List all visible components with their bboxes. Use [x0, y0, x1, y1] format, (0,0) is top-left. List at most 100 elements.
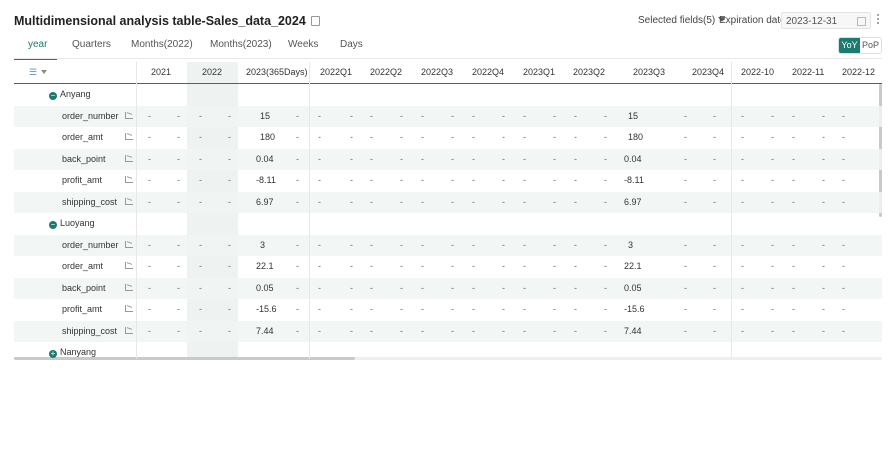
empty-cell: -: [741, 175, 744, 185]
empty-cell: -: [684, 261, 687, 271]
column-header[interactable]: 2022-10: [741, 67, 774, 77]
value-2023q3: 180: [628, 132, 644, 142]
column-divider: [309, 62, 310, 359]
table-row: order_number - - - - - - - - - - - - - - - - - - - - - - - - 3 3: [14, 234, 882, 256]
value-2023q3: 0.04: [624, 153, 642, 164]
group-label[interactable]: + Nanyang: [49, 347, 96, 358]
group-row[interactable]: + Nanyang: [14, 342, 882, 359]
empty-cell: -: [350, 196, 353, 207]
empty-cell: -: [148, 110, 151, 121]
metric-name: profit_amt: [62, 175, 103, 185]
empty-cell: -: [148, 239, 151, 250]
empty-cell: -: [713, 261, 716, 271]
empty-cell: -: [502, 325, 505, 336]
trend-chart-icon[interactable]: [125, 154, 133, 162]
column-header[interactable]: 2022Q1: [320, 67, 352, 77]
hierarchy-icon[interactable]: ☰: [29, 67, 37, 78]
column-header[interactable]: 2023Q3: [633, 67, 665, 77]
empty-cell: -: [792, 304, 795, 314]
empty-cell: -: [822, 325, 825, 336]
column-header[interactable]: 2022Q2: [370, 67, 402, 77]
empty-cell: -: [792, 110, 795, 121]
trend-chart-icon[interactable]: [125, 326, 133, 334]
column-header[interactable]: 2023Q1: [523, 67, 555, 77]
collapse-icon[interactable]: −: [49, 92, 57, 100]
trend-chart-icon[interactable]: [125, 111, 133, 119]
empty-cell: -: [741, 132, 744, 142]
trend-chart-icon[interactable]: [125, 176, 133, 183]
column-header[interactable]: 2022Q4: [472, 67, 504, 77]
empty-cell: -: [842, 153, 845, 164]
empty-cell: -: [574, 132, 577, 142]
selected-fields-dropdown[interactable]: Selected fields(5): [638, 15, 727, 26]
metric-name: order_number: [62, 239, 119, 250]
empty-cell: -: [771, 282, 774, 293]
empty-cell: -: [199, 261, 202, 271]
trend-chart-icon[interactable]: [125, 133, 133, 140]
column-header[interactable]: 2023Q4: [692, 67, 724, 77]
trend-chart-icon[interactable]: [125, 197, 133, 205]
empty-cell: -: [553, 261, 556, 271]
empty-cell: -: [318, 325, 321, 336]
tab-months-2022[interactable]: Months(2022): [131, 39, 193, 50]
trend-chart-icon[interactable]: [125, 283, 133, 291]
yoy-button[interactable]: YoY: [839, 38, 860, 53]
tab-days[interactable]: Days: [340, 39, 363, 50]
column-header[interactable]: 2022-12: [842, 67, 875, 77]
empty-cell: -: [370, 110, 373, 121]
calendar-icon[interactable]: [857, 17, 866, 26]
empty-cell: -: [822, 110, 825, 121]
empty-cell: -: [177, 153, 180, 164]
collapse-icon[interactable]: −: [49, 221, 57, 229]
group-row[interactable]: − Luoyang: [14, 213, 882, 235]
empty-cell: -: [451, 110, 454, 121]
empty-cell: -: [350, 304, 353, 314]
empty-cell: -: [199, 110, 202, 121]
group-name: Anyang: [60, 89, 91, 99]
tab-year[interactable]: year: [28, 39, 47, 50]
value-2023: -8.11: [256, 175, 276, 185]
empty-cell: -: [199, 196, 202, 207]
chevron-down-icon[interactable]: [41, 70, 47, 74]
empty-cell: -: [523, 110, 526, 121]
empty-cell: -: [574, 239, 577, 250]
column-header[interactable]: 2022-11: [792, 67, 824, 77]
empty-cell: -: [574, 261, 577, 271]
trend-chart-icon[interactable]: [125, 305, 133, 312]
group-label[interactable]: − Luoyang: [49, 218, 95, 229]
column-header[interactable]: 2022Q3: [421, 67, 453, 77]
trend-chart-icon[interactable]: [125, 240, 133, 248]
empty-cell: -: [228, 261, 231, 271]
copy-icon[interactable]: [310, 16, 320, 26]
empty-cell: -: [553, 282, 556, 293]
metric-name: order_number: [62, 110, 119, 121]
empty-cell: -: [228, 153, 231, 164]
empty-cell: -: [771, 304, 774, 314]
group-label[interactable]: − Anyang: [49, 89, 91, 100]
compare-toggle[interactable]: YoY PoP: [838, 37, 882, 54]
metric-name: back_point: [62, 153, 106, 164]
empty-cell: -: [199, 282, 202, 293]
analysis-table: ☰ 2021 2022 2023(365Days) 2022Q1 2022Q2 …: [14, 62, 882, 359]
group-row[interactable]: − Anyang: [14, 84, 882, 106]
column-header[interactable]: 2021: [151, 67, 171, 77]
tab-months-2023[interactable]: Months(2023): [210, 39, 272, 50]
empty-cell: -: [604, 304, 607, 314]
empty-cell: -: [741, 239, 744, 250]
empty-cell: -: [842, 261, 845, 271]
column-header[interactable]: 2023(365Days): [246, 67, 308, 77]
empty-cell: -: [574, 175, 577, 185]
column-header[interactable]: 2023Q2: [573, 67, 605, 77]
empty-cell: -: [523, 153, 526, 164]
empty-cell: -: [199, 304, 202, 314]
tab-quarters[interactable]: Quarters: [72, 39, 111, 50]
expand-icon[interactable]: +: [49, 350, 57, 358]
expiration-date-input[interactable]: 2023-12-31: [781, 12, 871, 29]
more-options-icon[interactable]: [877, 14, 880, 26]
tab-weeks[interactable]: Weeks: [288, 39, 318, 50]
trend-chart-icon[interactable]: [125, 262, 133, 269]
empty-cell: -: [713, 282, 716, 293]
empty-cell: -: [741, 110, 744, 121]
pop-button[interactable]: PoP: [860, 38, 881, 53]
empty-cell: -: [296, 175, 299, 185]
